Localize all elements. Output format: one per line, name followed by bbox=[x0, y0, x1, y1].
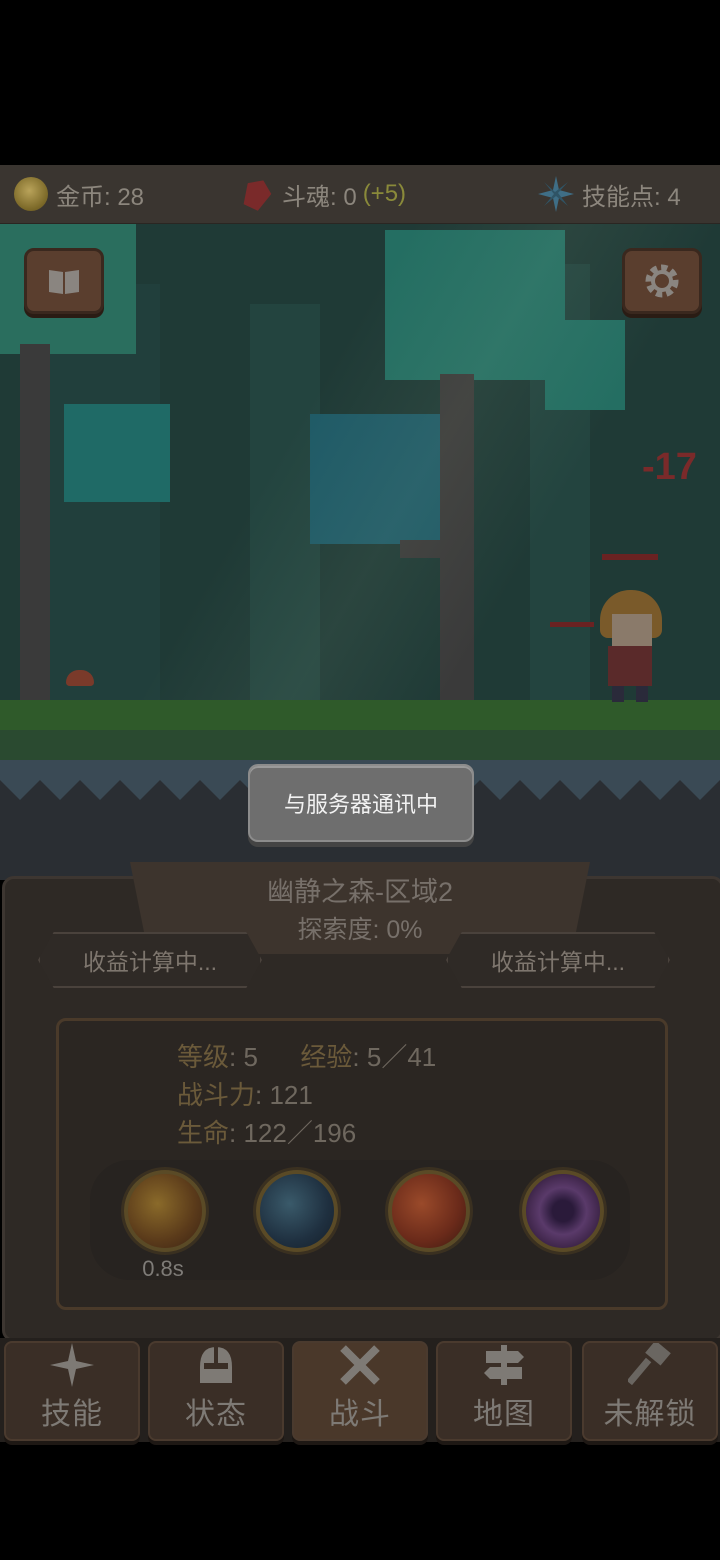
hero-health-bar bbox=[550, 622, 594, 627]
gold-counter: 金币: 28 bbox=[14, 165, 144, 223]
soul-counter: 斗魂: 0 (+5) bbox=[244, 165, 406, 223]
top-status-bar: 金币: 28 斗魂: 0 (+5) 技能点: 4 bbox=[0, 165, 720, 225]
server-communication-dialog: 与服务器通讯中 bbox=[248, 764, 474, 842]
signpost-icon bbox=[479, 1343, 529, 1387]
helmet-icon bbox=[191, 1343, 241, 1387]
level-label: 等级 bbox=[177, 1042, 230, 1072]
level-row: 等级: 5 经验: 5／41 bbox=[177, 1037, 436, 1074]
exp-value: : 5／41 bbox=[352, 1042, 437, 1072]
enemy-health-bar bbox=[602, 554, 658, 560]
nav-status[interactable]: 状态 bbox=[148, 1341, 284, 1441]
hp-label: 生命 bbox=[177, 1118, 230, 1148]
nav-locked[interactable]: 未解锁 bbox=[582, 1341, 718, 1441]
skill-points-counter: 技能点: 4 bbox=[538, 165, 681, 223]
soul-label: 斗魂: 0 bbox=[282, 183, 357, 211]
power-value: : 121 bbox=[255, 1080, 313, 1110]
nav-locked-label: 未解锁 bbox=[603, 1398, 697, 1431]
settings-button[interactable] bbox=[622, 248, 702, 314]
income-left-label: 收益计算中... bbox=[82, 949, 218, 975]
sparkle-icon bbox=[47, 1343, 97, 1387]
income-right-tag[interactable]: 收益计算中... bbox=[446, 932, 670, 988]
hero-sprite bbox=[596, 590, 666, 702]
blue-slash-icon[interactable] bbox=[256, 1170, 338, 1252]
power-label: 战斗力 bbox=[177, 1080, 256, 1110]
gold-label: 金币: 28 bbox=[56, 183, 145, 211]
hp-value: : 122／196 bbox=[229, 1118, 357, 1148]
skill-cooldown: 0.8s bbox=[142, 1256, 184, 1281]
crossed-swords-icon bbox=[335, 1343, 385, 1387]
zone-name: 幽静之森-区域2 bbox=[266, 877, 453, 907]
hp-row: 生命: 122／196 bbox=[177, 1113, 356, 1150]
flame-slash-icon[interactable] bbox=[388, 1170, 470, 1252]
nav-skills-label: 技能 bbox=[41, 1398, 103, 1431]
mushroom bbox=[66, 670, 94, 686]
coin-icon bbox=[14, 177, 48, 211]
vortex-icon[interactable] bbox=[522, 1170, 604, 1252]
nav-skills[interactable]: 技能 bbox=[4, 1341, 140, 1441]
red-gem-icon bbox=[239, 175, 275, 213]
income-left-tag[interactable]: 收益计算中... bbox=[38, 932, 262, 988]
damage-number: -17 bbox=[642, 446, 697, 488]
soul-bonus: (+5) bbox=[362, 180, 407, 207]
exp-label: 经验 bbox=[300, 1042, 353, 1072]
skill-points-label: 技能点: 4 bbox=[582, 183, 681, 211]
blue-star-icon bbox=[538, 176, 574, 212]
ground-strip bbox=[0, 730, 720, 760]
nav-map-label: 地图 bbox=[473, 1398, 535, 1431]
gear-icon bbox=[645, 264, 679, 298]
dialog-message: 与服务器通讯中 bbox=[283, 792, 438, 817]
nav-status-label: 状态 bbox=[185, 1398, 247, 1431]
power-row: 战斗力: 121 bbox=[177, 1075, 313, 1112]
grass-strip bbox=[0, 700, 720, 730]
nav-battle[interactable]: 战斗 bbox=[292, 1341, 428, 1441]
fire-orb-icon[interactable] bbox=[124, 1170, 206, 1252]
book-icon bbox=[49, 270, 79, 294]
battle-scene: -17 bbox=[0, 224, 720, 760]
book-button[interactable] bbox=[24, 248, 104, 314]
level-value: : 5 bbox=[229, 1042, 258, 1072]
nav-map[interactable]: 地图 bbox=[436, 1341, 572, 1441]
hammer-icon bbox=[625, 1343, 675, 1387]
nav-battle-label: 战斗 bbox=[329, 1398, 391, 1431]
income-right-label: 收益计算中... bbox=[490, 949, 626, 975]
